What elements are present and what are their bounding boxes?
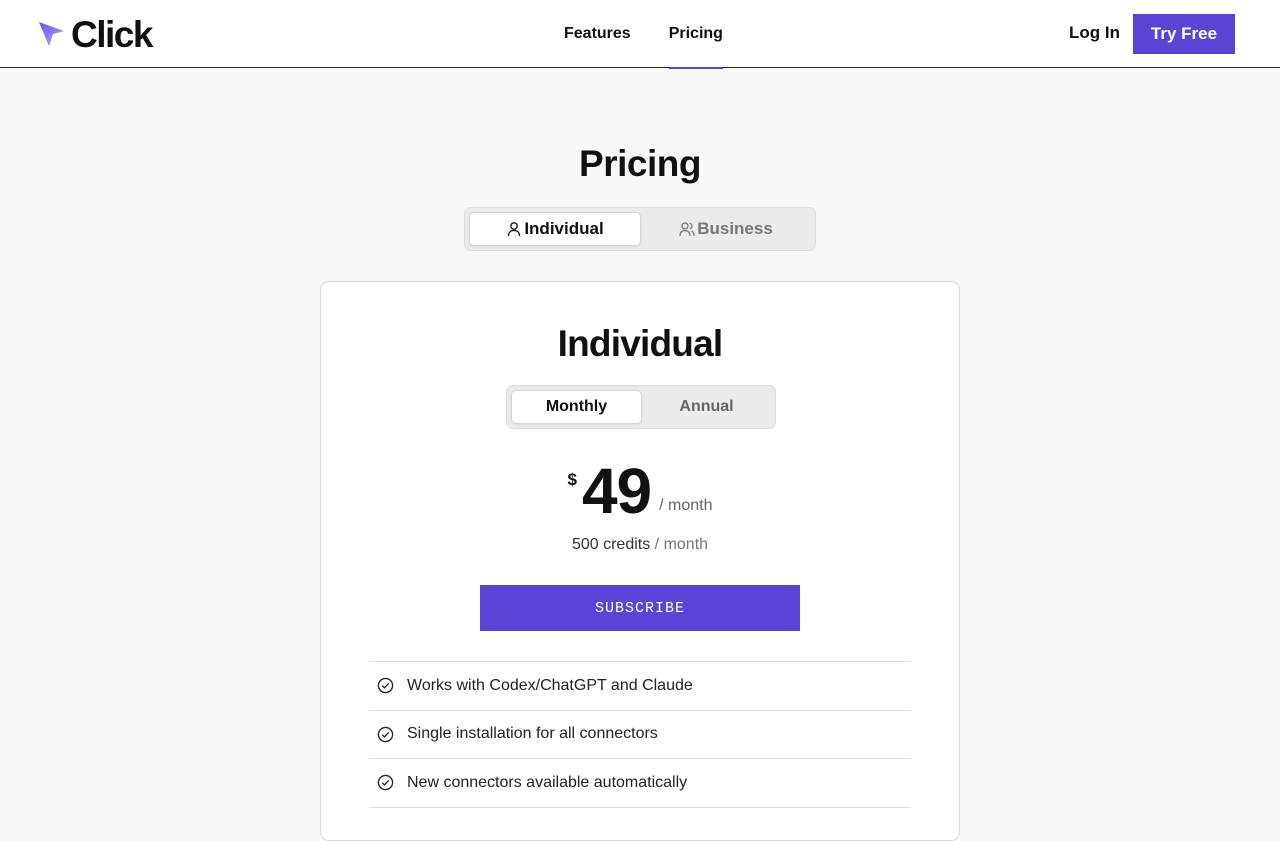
billing-annual[interactable]: Annual	[642, 390, 771, 424]
try-free-button[interactable]: Try Free	[1133, 14, 1235, 54]
nav-link-pricing[interactable]: Pricing	[650, 0, 742, 69]
check-circle-icon	[377, 726, 394, 742]
nav-link-features[interactable]: Features	[545, 0, 650, 68]
plan-type-business[interactable]: Business	[641, 212, 811, 246]
feature-item: Works with Codex/ChatGPT and Claude	[369, 662, 911, 711]
main-nav: Features Pricing	[545, 0, 742, 69]
feature-text: Works with Codex/ChatGPT and Claude	[407, 676, 693, 694]
logo-link[interactable]: Click	[37, 13, 153, 55]
billing-monthly[interactable]: Monthly	[511, 390, 642, 424]
price-currency: $	[567, 470, 577, 489]
credits-info: 500 credits / month	[321, 535, 959, 555]
feature-item: New connectors available automatically	[369, 759, 911, 808]
plan-type-business-label: Business	[697, 219, 773, 238]
page-title: Pricing	[579, 143, 701, 184]
check-circle-icon	[377, 678, 394, 694]
price: $ 49 / month	[321, 457, 959, 525]
feature-item: Single installation for all connectors	[369, 711, 911, 759]
plan-type-toggle: Individual Business	[464, 207, 816, 251]
feature-list: Works with Codex/ChatGPT and Claude Sing…	[369, 661, 911, 808]
plan-title: Individual	[557, 323, 723, 364]
feature-text: New connectors available automatically	[407, 773, 688, 791]
user-icon	[508, 222, 521, 237]
logo-text: Click	[71, 13, 153, 55]
users-icon	[679, 222, 695, 237]
plan-type-individual-label: Individual	[524, 219, 604, 238]
check-circle-icon	[377, 775, 394, 791]
pricing-card: Individual Monthly Annual $ 49 / month 5…	[320, 281, 960, 841]
price-period: / month	[659, 497, 713, 514]
credits-period: / month	[654, 536, 709, 553]
billing-period-toggle: Monthly Annual	[506, 385, 776, 429]
site-header: Click Features Pricing Log In Try Free	[0, 0, 1280, 69]
price-amount: 49	[581, 455, 652, 527]
credits-amount: 500 credits	[571, 536, 651, 553]
plan-type-individual[interactable]: Individual	[469, 212, 641, 246]
subscribe-button[interactable]: SUBSCRIBE	[480, 585, 800, 631]
login-link[interactable]: Log In	[1069, 22, 1120, 44]
feature-text: Single installation for all connectors	[407, 725, 658, 743]
cursor-arrow-icon	[39, 22, 64, 46]
